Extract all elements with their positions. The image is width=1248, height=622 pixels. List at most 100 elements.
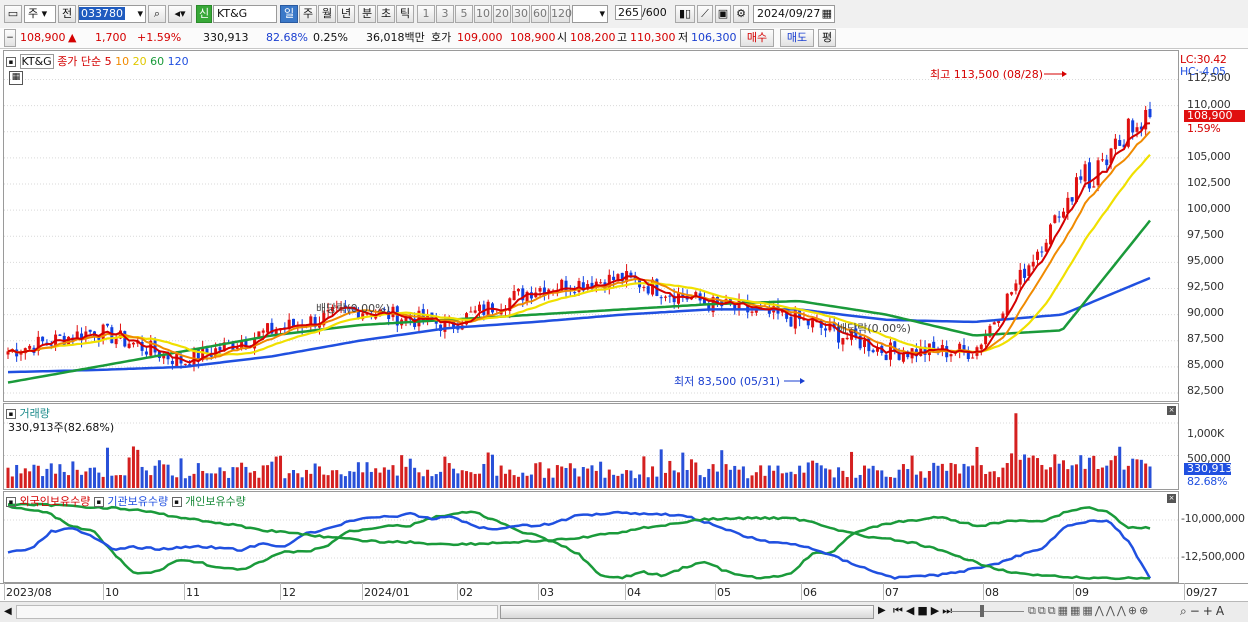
- legend-toggle-icon[interactable]: ▪: [6, 57, 16, 67]
- volume-bar: [564, 467, 568, 488]
- interval-30[interactable]: 30: [512, 5, 530, 23]
- interval-20[interactable]: 20: [493, 5, 511, 23]
- step-forward-icon[interactable]: ▶: [931, 604, 942, 617]
- line-tool-icon[interactable]: ⋀: [1117, 604, 1128, 617]
- volume-bar: [23, 468, 27, 488]
- candle-body: [1040, 251, 1044, 253]
- tab-week[interactable]: 주: [299, 5, 317, 23]
- candle-body: [962, 345, 966, 350]
- x-tick: 06: [801, 583, 817, 600]
- layout-icon[interactable]: ⧉: [1038, 604, 1048, 617]
- stop-icon[interactable]: ■: [917, 604, 930, 617]
- save-icon[interactable]: ▣: [715, 5, 731, 23]
- tab-tick[interactable]: 틱: [396, 5, 414, 23]
- tab-day[interactable]: 일: [280, 5, 298, 23]
- collapse-icon[interactable]: −: [4, 29, 16, 47]
- tab-second[interactable]: 초: [377, 5, 395, 23]
- volume-bar: [901, 464, 905, 488]
- zoom-slider[interactable]: [950, 605, 1024, 617]
- magnifier-icon[interactable]: ⌕: [1180, 604, 1190, 618]
- tab-year[interactable]: 년: [337, 5, 355, 23]
- panel-close-icon[interactable]: ×: [1167, 494, 1176, 503]
- interval-1[interactable]: 1: [417, 5, 435, 23]
- interval-10[interactable]: 10: [474, 5, 492, 23]
- foreign-holdings-label[interactable]: 외국인보유수량: [20, 495, 91, 508]
- volume-bar: [149, 475, 153, 488]
- chart-tools-icon[interactable]: ⟋: [697, 5, 713, 23]
- x-tick: 08: [983, 583, 999, 600]
- price-chart-canvas[interactable]: [4, 51, 1178, 401]
- rewind-icon[interactable]: ⏮: [893, 604, 906, 617]
- volume-bar: [214, 473, 218, 488]
- x-tick: 09: [1073, 583, 1089, 600]
- line-tool-icon[interactable]: ⋀: [1095, 604, 1106, 617]
- candle-body: [292, 318, 295, 326]
- legend-toggle-icon[interactable]: ▪: [6, 497, 16, 507]
- grid-icon[interactable]: ▦: [1070, 604, 1082, 617]
- volume-bar: [503, 473, 507, 488]
- scroll-thumb[interactable]: [500, 605, 874, 619]
- ma60-label[interactable]: 60: [150, 55, 164, 68]
- date-input[interactable]: 2024/09/27 ▦: [753, 5, 835, 23]
- candle-body: [1061, 211, 1065, 218]
- zoom-in-icon[interactable]: +: [1203, 604, 1216, 618]
- grid-icon[interactable]: ▦: [1082, 604, 1094, 617]
- zoom-out-icon[interactable]: −: [1190, 604, 1203, 618]
- table-icon[interactable]: ▦: [9, 71, 23, 85]
- candle-type-icon[interactable]: ▮▯: [675, 5, 695, 23]
- zoom-slider-thumb[interactable]: [980, 605, 984, 617]
- stock-code-input[interactable]: 033780 ▾: [78, 5, 146, 23]
- institution-holdings-label[interactable]: 기관보유수량: [107, 495, 168, 508]
- volume-bar: [140, 466, 144, 488]
- candle-body: [1031, 261, 1035, 267]
- interval-60[interactable]: 60: [531, 5, 549, 23]
- crosshair-icon[interactable]: ⊕: [1139, 604, 1150, 617]
- layout-icon[interactable]: ⧉: [1048, 604, 1058, 617]
- sell-button[interactable]: 매도: [780, 29, 814, 47]
- speaker-icon[interactable]: ◂▾: [168, 5, 192, 23]
- volume-bar: [971, 465, 975, 488]
- interval-120[interactable]: 120: [550, 5, 572, 23]
- volume-chart-canvas[interactable]: [4, 404, 1178, 489]
- interval-custom-select[interactable]: ▾: [572, 5, 608, 23]
- legend-toggle-icon[interactable]: ▪: [6, 409, 16, 419]
- interval-3[interactable]: 3: [436, 5, 454, 23]
- interval-5[interactable]: 5: [455, 5, 473, 23]
- volume-current-tag: 330,913: [1184, 463, 1233, 475]
- eval-button[interactable]: 평: [818, 29, 836, 47]
- individual-holdings-label[interactable]: 개인보유수량: [185, 495, 246, 508]
- ma5-label[interactable]: 5: [105, 55, 112, 68]
- ma20-label[interactable]: 20: [133, 55, 147, 68]
- legend-toggle-icon[interactable]: ▪: [171, 497, 182, 507]
- panel-close-icon[interactable]: ×: [1167, 406, 1176, 415]
- settings-gear-icon[interactable]: ⚙: [733, 5, 749, 23]
- calendar-icon[interactable]: ▦: [822, 6, 832, 22]
- holdings-panel: ▪ 외국인보유수량 ▪ 기관보유수량 ▪ 개인보유수량 ×: [3, 491, 1179, 583]
- search-icon[interactable]: ⌕: [148, 5, 166, 23]
- volume-bar: [664, 472, 668, 488]
- ma10-label[interactable]: 10: [115, 55, 129, 68]
- layout-icon[interactable]: ⧉: [1028, 604, 1038, 617]
- window-menu-icon[interactable]: ▭: [4, 5, 22, 23]
- y-tick: 1,000K: [1187, 427, 1224, 440]
- candle-body: [1096, 160, 1100, 186]
- crosshair-icon[interactable]: ⊕: [1128, 604, 1139, 617]
- ma120-label[interactable]: 120: [168, 55, 189, 68]
- count-input[interactable]: 265: [615, 5, 642, 20]
- font-size-icon[interactable]: A: [1216, 604, 1227, 618]
- scroll-track[interactable]: [16, 605, 498, 619]
- candle-body: [516, 288, 520, 292]
- scroll-right-icon[interactable]: ▶: [878, 605, 886, 616]
- volume-bar: [153, 465, 157, 488]
- legend-toggle-icon[interactable]: ▪: [93, 497, 104, 507]
- grid-icon[interactable]: ▦: [1058, 604, 1070, 617]
- period-select[interactable]: 주 ▾: [24, 5, 56, 23]
- buy-button[interactable]: 매수: [740, 29, 774, 47]
- scroll-left-icon[interactable]: ◀: [4, 606, 12, 617]
- prev-button[interactable]: 전: [58, 5, 76, 23]
- tab-minute[interactable]: 분: [358, 5, 376, 23]
- line-tool-icon[interactable]: ⋀: [1106, 604, 1117, 617]
- stock-name-field[interactable]: KT&G: [213, 5, 277, 23]
- tab-month[interactable]: 월: [318, 5, 336, 23]
- step-back-icon[interactable]: ◀: [906, 604, 917, 617]
